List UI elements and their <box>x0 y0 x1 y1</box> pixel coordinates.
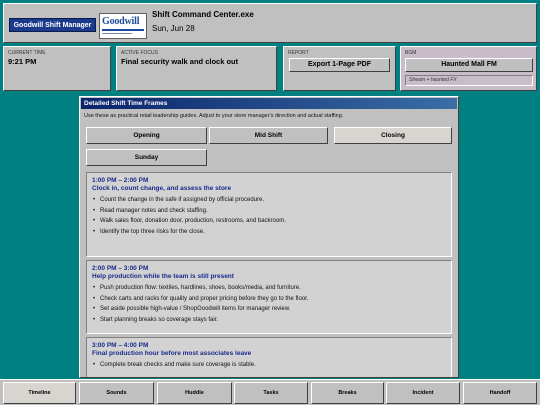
active-focus-panel: ACTIVE FOCUS Final security walk and clo… <box>116 46 277 91</box>
brand-label: Goodwill Shift Manager <box>9 18 96 32</box>
tab-closing[interactable]: Closing <box>334 127 452 144</box>
time-frame-range: 3:00 PM – 4:00 PM <box>92 342 149 349</box>
task-item: Check carts and racks for quality and pr… <box>92 294 446 305</box>
task-item: Identify the top three risks for the clo… <box>92 227 446 238</box>
time-frame-card: 3:00 PM – 4:00 PM Final production hour … <box>86 337 452 377</box>
bgm-panel: BGM Haunted Mall FM Stream + haunted FX <box>400 46 537 91</box>
time-frame-card: 1:00 PM – 2:00 PM Clock in, count change… <box>86 172 452 257</box>
bgm-status: Stream + haunted FX <box>405 75 533 86</box>
task-list: Push production flow: textiles, hardline… <box>92 283 446 325</box>
bottom-nav: Timeline Sounds Huddle Tasks Breaks Inci… <box>0 379 540 405</box>
tab-mid-shift[interactable]: Mid Shift <box>209 127 328 144</box>
current-time-label: CURRENT TIME <box>8 50 46 56</box>
time-frame-range: 1:00 PM – 2:00 PM <box>92 177 149 184</box>
active-focus-label: ACTIVE FOCUS <box>121 50 158 56</box>
current-time-panel: CURRENT TIME 9:21 PM <box>3 46 111 91</box>
task-list: Count the change in the safe if assigned… <box>92 195 446 237</box>
export-pdf-button[interactable]: Export 1-Page PDF <box>289 58 390 72</box>
nav-huddle[interactable]: Huddle <box>157 382 232 404</box>
task-item: Read manager notes and check staffing. <box>92 206 446 217</box>
app-header: Goodwill Shift Manager Goodwill Shift Co… <box>3 3 537 43</box>
time-frame-range: 2:00 PM – 3:00 PM <box>92 265 149 272</box>
logo-text: Goodwill <box>102 16 140 27</box>
time-frame-heading: Final production hour before most associ… <box>92 350 252 357</box>
active-focus-value: Final security walk and clock out <box>121 57 239 66</box>
window-title: Detailed Shift Time Frames <box>81 98 457 109</box>
window-description: Use these as practical retail leadership… <box>84 113 344 119</box>
shift-time-frames-window: Detailed Shift Time Frames Use these as … <box>79 96 459 378</box>
report-panel: REPORT Export 1-Page PDF <box>283 46 396 91</box>
nav-tasks[interactable]: Tasks <box>234 382 308 404</box>
task-item: Set aside possible high-value / ShopGood… <box>92 304 446 315</box>
time-frame-card: 2:00 PM – 3:00 PM Help production while … <box>86 260 452 334</box>
app-title: Shift Command Center.exe <box>152 10 254 19</box>
task-item: Start planning breaks so coverage stays … <box>92 315 446 326</box>
nav-breaks[interactable]: Breaks <box>311 382 384 404</box>
app-date: Sun, Jun 28 <box>152 24 195 33</box>
tab-opening[interactable]: Opening <box>86 127 207 144</box>
bgm-label: BGM <box>405 50 417 56</box>
time-frame-heading: Clock in, count change, and assess the s… <box>92 185 232 192</box>
nav-handoff[interactable]: Handoff <box>463 382 537 404</box>
task-list: Complete break checks and make sure cove… <box>92 360 446 371</box>
nav-sounds[interactable]: Sounds <box>79 382 154 404</box>
task-item: Complete break checks and make sure cove… <box>92 360 446 371</box>
time-frame-heading: Help production while the team is still … <box>92 273 234 280</box>
current-time-value: 9:21 PM <box>8 57 37 66</box>
task-item: Count the change in the safe if assigned… <box>92 195 446 206</box>
tab-sunday[interactable]: Sunday <box>86 149 207 166</box>
nav-incident[interactable]: Incident <box>386 382 460 404</box>
task-item: Push production flow: textiles, hardline… <box>92 283 446 294</box>
goodwill-logo: Goodwill <box>99 13 147 39</box>
logo-tagline-mark <box>102 33 132 34</box>
logo-underline <box>102 29 144 31</box>
nav-timeline[interactable]: Timeline <box>3 382 76 404</box>
report-label: REPORT <box>288 50 309 56</box>
bgm-station-button[interactable]: Haunted Mall FM <box>405 58 533 72</box>
task-item: Walk sales floor, donation door, product… <box>92 216 446 227</box>
